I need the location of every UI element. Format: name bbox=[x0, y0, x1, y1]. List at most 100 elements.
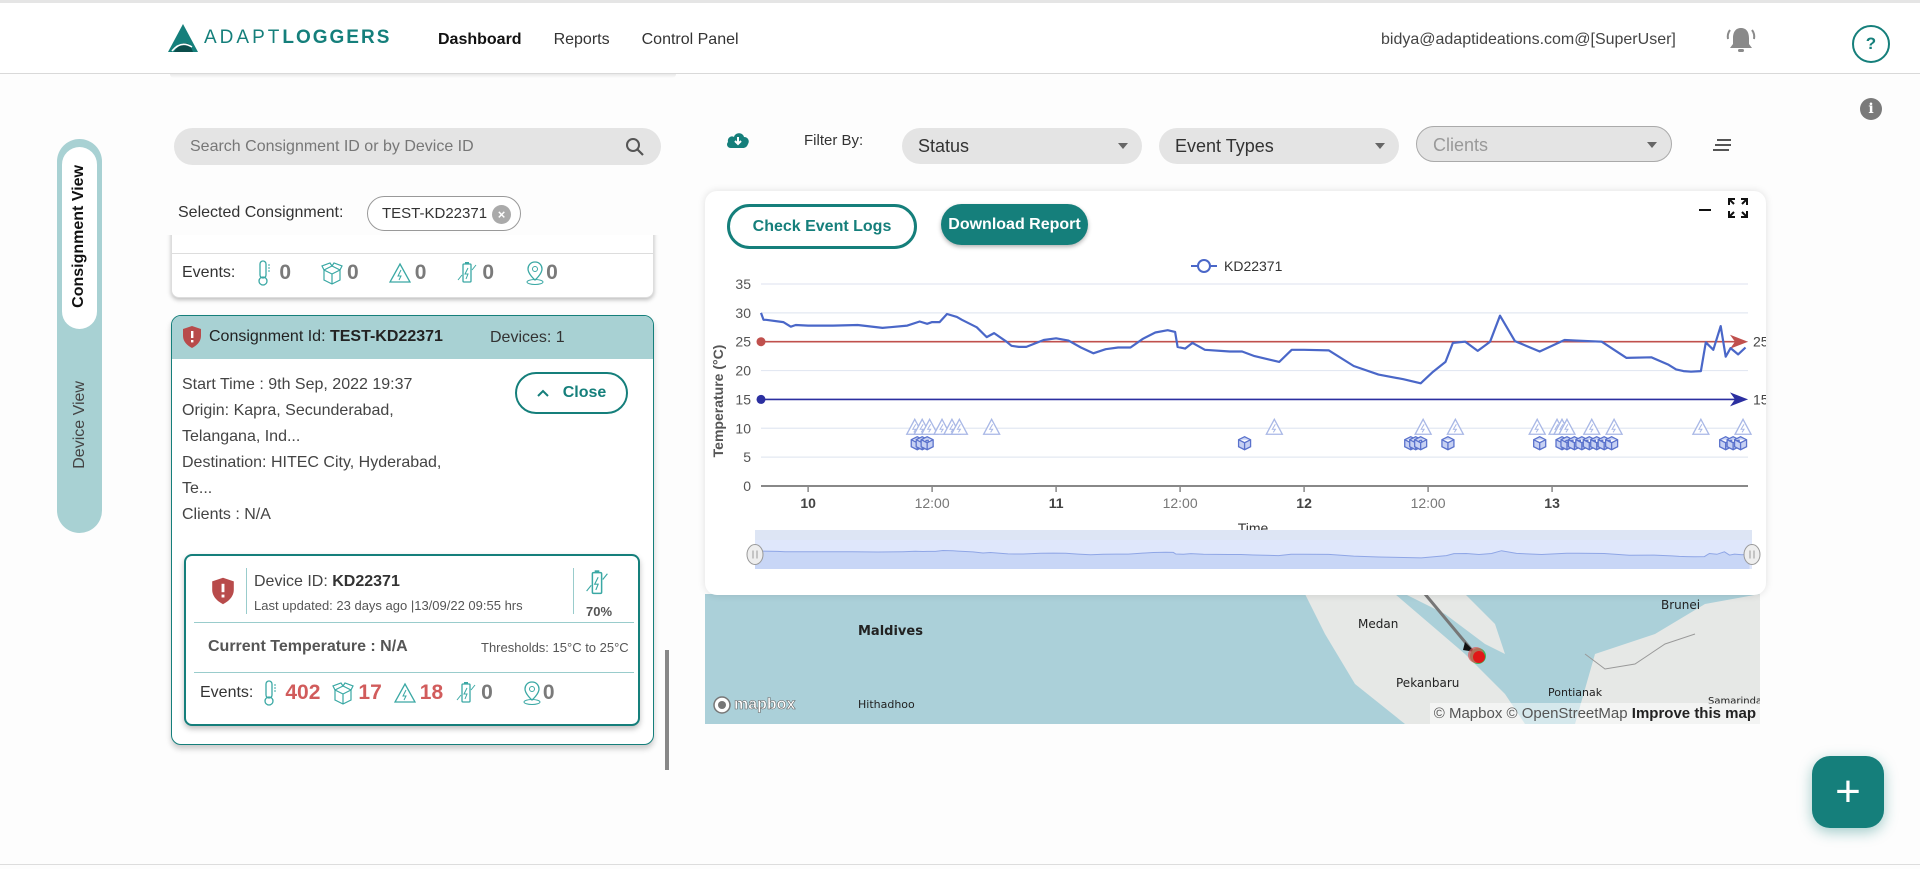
shock-event-marker[interactable] bbox=[1446, 417, 1465, 435]
logo[interactable]: ADAPTLOGGERS bbox=[166, 23, 391, 53]
handle-grip[interactable] bbox=[1743, 544, 1761, 565]
chip-label: TEST-KD22371 bbox=[382, 205, 488, 222]
navigator-handle-left[interactable] bbox=[746, 544, 764, 565]
box-open-event-marker[interactable] bbox=[920, 435, 934, 451]
attribution-text[interactable]: © Mapbox © OpenStreetMap bbox=[1434, 705, 1628, 722]
cloud-download-icon[interactable] bbox=[725, 129, 751, 151]
temperature-chart[interactable]: KD22371 05101520253035 10 12:00 11 12:00 12 1… bbox=[705, 191, 1766, 595]
shock-event-marker[interactable] bbox=[1265, 417, 1284, 435]
status-dropdown[interactable]: Status bbox=[902, 128, 1142, 164]
consignment-list: Events: 0 0 0 0 0 Consignment Id: TEST-K… bbox=[164, 235, 664, 770]
map-label: Medan bbox=[1358, 617, 1399, 631]
event-markers[interactable] bbox=[905, 417, 1753, 451]
nav-dashboard[interactable]: Dashboard bbox=[438, 31, 522, 49]
handle-grip[interactable] bbox=[746, 544, 764, 565]
shock-event-marker[interactable] bbox=[1733, 417, 1753, 435]
y-tick-label: 15 bbox=[735, 391, 751, 407]
chart-panel: Check Event Logs Download Report KD22371… bbox=[705, 191, 1766, 595]
search-box bbox=[174, 128, 661, 165]
clients-dropdown[interactable]: Clients bbox=[1416, 126, 1672, 162]
consignment-card-previous[interactable]: Events: 0 0 0 0 0 bbox=[171, 235, 654, 298]
search-icon[interactable] bbox=[625, 137, 645, 157]
shock-event-marker[interactable] bbox=[1582, 417, 1601, 435]
filter-bar: Filter By: Status Event Types Clients bbox=[700, 120, 1760, 176]
shock-event-marker[interactable] bbox=[1691, 417, 1710, 435]
notification-bell-icon[interactable] bbox=[1724, 23, 1758, 57]
event-count: 0 bbox=[546, 261, 558, 284]
open-box-icon bbox=[332, 682, 355, 705]
caret-down-icon bbox=[1375, 143, 1385, 149]
close-label: Close bbox=[562, 384, 607, 401]
consignment-card-header: Consignment Id: TEST-KD22371 Devices: 1 bbox=[172, 316, 653, 359]
device-id: Device ID: KD22371 bbox=[254, 573, 400, 591]
event-temperature[interactable]: 402 bbox=[259, 680, 320, 706]
event-count: 0 bbox=[279, 261, 292, 284]
event-box-open[interactable]: 17 bbox=[332, 680, 382, 706]
nav-control-panel[interactable]: Control Panel bbox=[642, 31, 739, 49]
search-input[interactable] bbox=[190, 128, 610, 165]
close-button[interactable]: Close bbox=[515, 372, 628, 414]
shock-event-marker[interactable] bbox=[1414, 417, 1433, 435]
device-events-row: Events: 402 17 18 0 0 bbox=[200, 680, 555, 706]
tab-consignment-view-label: Consignment View bbox=[70, 165, 87, 308]
map-label: Maldives bbox=[858, 624, 923, 639]
event-battery[interactable]: 0 bbox=[455, 680, 493, 706]
threshold-label: 15 bbox=[1753, 391, 1766, 407]
tab-device-view[interactable]: Device View bbox=[71, 381, 89, 469]
navigator-handle-right[interactable] bbox=[1743, 544, 1761, 565]
clear-selection-icon[interactable]: × bbox=[492, 205, 511, 224]
improve-map-link[interactable]: Improve this map bbox=[1632, 705, 1756, 722]
event-types-dropdown-value: Event Types bbox=[1175, 136, 1274, 156]
user-account[interactable]: bidya@adaptideations.com@[SuperUser] bbox=[1381, 31, 1676, 49]
help-button[interactable]: ? bbox=[1852, 25, 1890, 63]
shock-event-marker[interactable] bbox=[982, 417, 1001, 435]
battery-icon bbox=[456, 682, 476, 703]
box-open-event-marker[interactable] bbox=[1733, 435, 1748, 451]
box-open-event-marker[interactable] bbox=[1237, 435, 1252, 451]
logo-text: ADAPTLOGGERS bbox=[204, 27, 391, 49]
x-tick-label: 11 bbox=[1049, 495, 1064, 511]
event-shock: 0 bbox=[388, 260, 426, 286]
nav-reports[interactable]: Reports bbox=[554, 31, 610, 49]
box-open-event-marker[interactable] bbox=[1604, 435, 1619, 451]
event-count: 402 bbox=[285, 681, 321, 704]
thermometer-icon bbox=[264, 680, 277, 706]
tab-consignment-view[interactable]: Consignment View bbox=[62, 147, 97, 329]
range-navigator[interactable] bbox=[746, 530, 1761, 569]
chart-legend[interactable]: KD22371 bbox=[1191, 258, 1283, 274]
box-open-event-marker[interactable] bbox=[1441, 435, 1455, 451]
mapbox-wordmark: mapbox bbox=[734, 696, 796, 714]
sort-menu-icon[interactable] bbox=[1713, 138, 1733, 152]
main-nav: Dashboard Reports Control Panel bbox=[438, 31, 739, 49]
last-updated: Last updated: 23 days ago |13/09/22 09:5… bbox=[254, 598, 523, 613]
navigator-scrollbar-track[interactable] bbox=[755, 530, 1752, 540]
selected-consignment-label: Selected Consignment: bbox=[178, 204, 344, 221]
list-scrollbar[interactable] bbox=[665, 650, 669, 770]
open-box-icon bbox=[321, 262, 343, 285]
shock-event-marker[interactable] bbox=[1605, 417, 1624, 435]
destination: Destination: HITEC City, Hyderabad, bbox=[182, 454, 442, 471]
device-id-label: Device ID: bbox=[254, 573, 328, 590]
add-button[interactable]: + bbox=[1812, 756, 1884, 828]
info-icon[interactable]: i bbox=[1860, 98, 1882, 120]
x-tick-label: 12:00 bbox=[1163, 495, 1198, 511]
alert-shield-icon bbox=[183, 326, 201, 348]
map[interactable]: Maldives Hithadhoo Medan Pekanbaru Ponti… bbox=[705, 594, 1760, 724]
device-card[interactable]: Device ID: KD22371 Last updated: 23 days… bbox=[184, 554, 640, 726]
shock-event-marker[interactable] bbox=[1528, 417, 1547, 435]
consignment-card-selected[interactable]: Consignment Id: TEST-KD22371 Devices: 1 … bbox=[171, 315, 654, 745]
device-id-value: KD22371 bbox=[332, 573, 400, 590]
map-label: Pekanbaru bbox=[1396, 676, 1460, 690]
current-location-marker[interactable] bbox=[1473, 651, 1485, 663]
event-shock[interactable]: 18 bbox=[393, 680, 443, 706]
series-line[interactable] bbox=[759, 312, 1747, 385]
event-types-dropdown[interactable]: Event Types bbox=[1159, 128, 1399, 164]
series-line-KD22371[interactable] bbox=[759, 312, 1747, 385]
mapbox-logo[interactable]: mapbox bbox=[713, 696, 796, 714]
caret-down-icon bbox=[1118, 143, 1128, 149]
divider bbox=[246, 568, 247, 614]
box-open-event-marker[interactable] bbox=[1414, 435, 1428, 451]
event-location[interactable]: 0 bbox=[521, 680, 555, 706]
legend-marker bbox=[1197, 259, 1211, 273]
box-open-event-marker[interactable] bbox=[1533, 435, 1547, 451]
